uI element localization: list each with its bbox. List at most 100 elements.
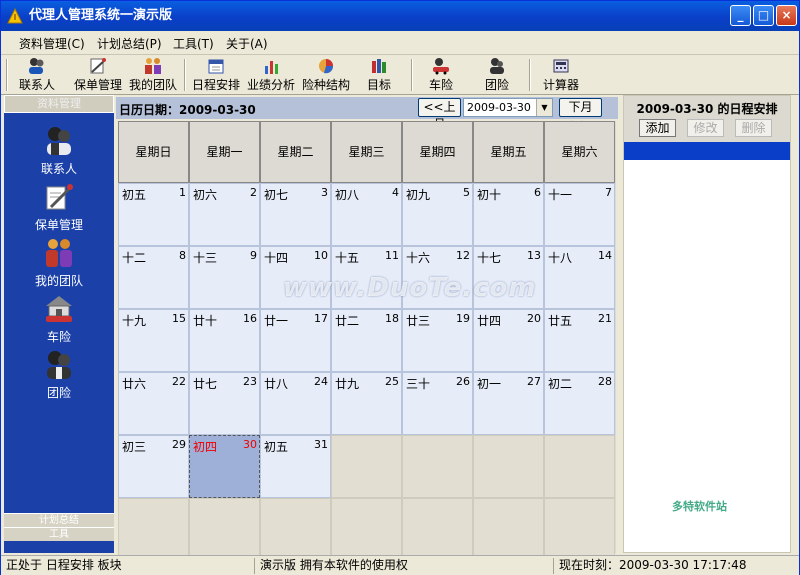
schedule-toolbar: 2009-03-30 的日程安排 添加 修改 删除 [624, 96, 790, 142]
calendar-day-cell[interactable]: 十三 9 [189, 246, 260, 309]
calendar-day-cell[interactable]: 初五 31 [260, 435, 331, 498]
weekday-header: 星期一 [189, 121, 260, 183]
day-number: 29 [172, 438, 186, 451]
toolbar-schedule-button[interactable]: 日程安排 [190, 57, 242, 93]
prev-month-button[interactable]: <<上月 [418, 98, 461, 131]
day-number: 24 [314, 375, 328, 388]
sidebar-item-group-insurance[interactable]: 团险 [4, 349, 114, 405]
calendar-empty-cell [260, 498, 331, 561]
schedule-list-selected-row[interactable] [624, 142, 790, 160]
sidebar-item-car-insurance[interactable]: 车险 [4, 293, 114, 349]
calendar-day-cell[interactable]: 初一 27 [473, 372, 544, 435]
target-icon [372, 59, 386, 73]
calendar-day-cell[interactable]: 初二 28 [544, 372, 615, 435]
lunar-date: 廿一 [264, 314, 289, 328]
day-number: 20 [527, 312, 541, 325]
day-number: 7 [605, 186, 612, 199]
day-number: 9 [250, 249, 257, 262]
calendar-day-cell[interactable]: 十二 8 [118, 246, 189, 309]
calendar-day-cell[interactable]: 廿二 18 [331, 309, 402, 372]
calendar-day-cell[interactable]: 十八 14 [544, 246, 615, 309]
lunar-date: 廿七 [193, 377, 218, 391]
menu-tools[interactable]: 工具(T) [173, 35, 214, 52]
calendar-day-cell[interactable]: 初九 5 [402, 183, 473, 246]
calendar-day-cell[interactable]: 初六 2 [189, 183, 260, 246]
calendar-day-cell[interactable]: 廿五 21 [544, 309, 615, 372]
toolbar: 联系人 保单管理 我的团队 日程安排 业绩分析 险种结构 目标 车险 团险 计算… [1, 55, 799, 95]
day-number: 14 [598, 249, 612, 262]
calendar-day-cell[interactable]: 十九 15 [118, 309, 189, 372]
status-license: 演示版 拥有本软件的使用权 [257, 558, 554, 574]
close-button[interactable]: × [776, 5, 797, 26]
calendar-day-cell[interactable]: 廿一 17 [260, 309, 331, 372]
insurance-types-icon [319, 59, 334, 74]
lunar-date: 初七 [264, 188, 289, 202]
toolbar-target-button[interactable]: 目标 [361, 57, 397, 93]
toolbar-car-insurance-button[interactable]: 车险 [423, 57, 459, 93]
next-month-button[interactable]: 下月>> [559, 98, 602, 131]
menu-about[interactable]: 关于(A) [226, 35, 268, 52]
lunar-date: 十七 [477, 251, 502, 265]
sidebar-header[interactable]: 资料管理 [4, 95, 114, 113]
toolbar-team-button[interactable]: 我的团队 [127, 57, 179, 93]
sidebar-item-policy[interactable]: 保单管理 [4, 181, 114, 237]
weekday-header: 星期二 [260, 121, 331, 183]
calendar-day-cell[interactable]: 初三 29 [118, 435, 189, 498]
lunar-date: 十四 [264, 251, 289, 265]
calendar-day-cell[interactable]: 廿八 24 [260, 372, 331, 435]
calendar-day-cell[interactable]: 初十 6 [473, 183, 544, 246]
lunar-date: 廿三 [406, 314, 431, 328]
delete-schedule-button[interactable]: 删除 [735, 119, 772, 137]
calendar-empty-cell [402, 435, 473, 498]
lunar-date: 三十 [406, 377, 431, 391]
day-number: 26 [456, 375, 470, 388]
day-number: 31 [314, 438, 328, 451]
lunar-date: 十一 [548, 188, 573, 202]
toolbar-contacts-button[interactable]: 联系人 [13, 57, 61, 93]
calendar-day-cell[interactable]: 初七 3 [260, 183, 331, 246]
add-schedule-button[interactable]: 添加 [639, 119, 676, 137]
sidebar-item-contacts[interactable]: 联系人 [4, 125, 114, 181]
calendar-day-cell[interactable]: 十一 7 [544, 183, 615, 246]
toolbar-policy-button[interactable]: 保单管理 [71, 57, 125, 93]
day-number: 8 [179, 249, 186, 262]
toolbar-performance-button[interactable]: 业绩分析 [244, 57, 298, 93]
maximize-button[interactable]: □ [753, 5, 774, 26]
calendar-day-cell[interactable]: 廿十 16 [189, 309, 260, 372]
sidebar-item-team[interactable]: 我的团队 [4, 237, 114, 293]
sidebar-section-tools[interactable]: 工具 [4, 527, 114, 541]
minimize-button[interactable]: _ [730, 5, 751, 26]
calendar-day-cell[interactable]: 廿九 25 [331, 372, 402, 435]
lunar-date: 廿八 [264, 377, 289, 391]
chevron-down-icon[interactable]: ▼ [536, 99, 552, 116]
calendar-day-cell[interactable]: 廿六 22 [118, 372, 189, 435]
menu-data-management[interactable]: 资料管理(C) [19, 35, 85, 52]
lunar-date: 十六 [406, 251, 431, 265]
calendar-day-cell[interactable]: 初五 1 [118, 183, 189, 246]
calendar-day-cell[interactable]: 廿四 20 [473, 309, 544, 372]
sidebar-section-plan-summary[interactable]: 计划总结 [4, 513, 114, 527]
title-bar: 代理人管理系统一演示版 _ □ × [1, 1, 799, 31]
lunar-date: 初二 [548, 377, 573, 391]
toolbar-calculator-button[interactable]: 计算器 [539, 57, 583, 93]
lunar-date: 初一 [477, 377, 502, 391]
menu-plan-summary[interactable]: 计划总结(P) [97, 35, 162, 52]
calendar-day-cell[interactable]: 三十 26 [402, 372, 473, 435]
lunar-date: 初五 [122, 188, 147, 202]
calendar-day-cell[interactable]: 廿七 23 [189, 372, 260, 435]
toolbar-grip [6, 59, 8, 91]
weekday-header: 星期日 [118, 121, 189, 183]
calendar-day-cell[interactable]: 初四 30 [189, 435, 260, 498]
date-select[interactable]: 2009-03-30 ▼ [463, 98, 553, 117]
calendar-day-cell[interactable]: 廿三 19 [402, 309, 473, 372]
day-number: 28 [598, 375, 612, 388]
edit-schedule-button[interactable]: 修改 [687, 119, 724, 137]
calendar-empty-cell [544, 435, 615, 498]
lunar-date: 廿十 [193, 314, 218, 328]
toolbar-insurance-types-button[interactable]: 险种结构 [299, 57, 353, 93]
calendar-empty-cell [473, 435, 544, 498]
window-title: 代理人管理系统一演示版 [29, 8, 173, 23]
toolbar-group-insurance-button[interactable]: 团险 [479, 57, 515, 93]
calendar-day-cell[interactable]: 初八 4 [331, 183, 402, 246]
lunar-date: 廿四 [477, 314, 502, 328]
